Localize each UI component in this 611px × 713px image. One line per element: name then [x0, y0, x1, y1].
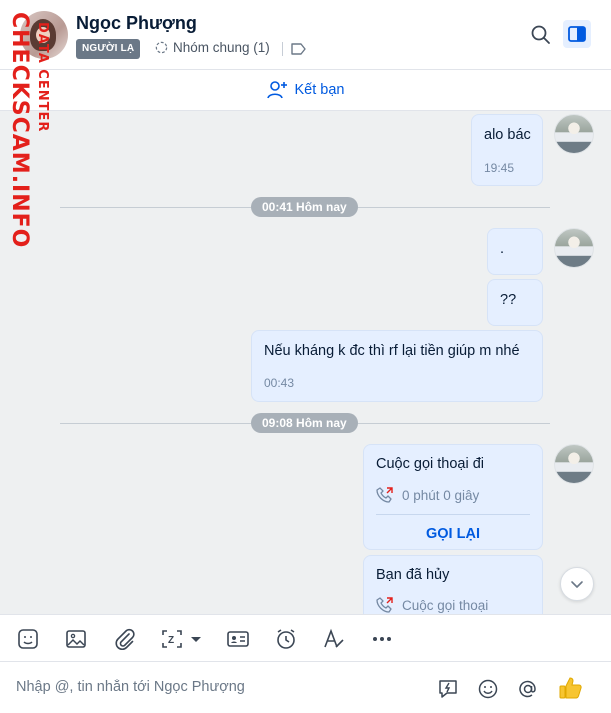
- search-icon[interactable]: [529, 23, 553, 47]
- contact-avatar[interactable]: [20, 11, 68, 59]
- cancelled-call-icon: [376, 597, 393, 613]
- cancelled-call-title: Bạn đã hủy: [376, 567, 450, 583]
- add-user-icon: [266, 81, 287, 99]
- message-bubble[interactable]: .: [487, 228, 543, 275]
- contact-name[interactable]: Ngọc Phượng: [76, 13, 197, 34]
- time-divider-label: 09:08 Hôm nay: [251, 413, 358, 433]
- call-duration: 0 phút 0 giây: [402, 487, 480, 503]
- message-list[interactable]: alo bác 19:45 00:41 Hôm nay . ?? Nếu khá…: [0, 111, 611, 614]
- sender-avatar[interactable]: [554, 114, 594, 154]
- sticker-icon[interactable]: [16, 627, 40, 651]
- call-card[interactable]: Cuộc gọi thoại đi 0 phút 0 giây GỌI LẠI: [363, 444, 543, 550]
- image-icon[interactable]: [64, 627, 88, 651]
- header-separator: [282, 42, 283, 56]
- attachment-icon[interactable]: [112, 627, 136, 651]
- time-divider-label: 00:41 Hôm nay: [251, 197, 358, 217]
- message-bubble[interactable]: ??: [487, 279, 543, 326]
- quick-message-icon[interactable]: [437, 678, 459, 700]
- mention-icon[interactable]: [517, 678, 539, 700]
- call-back-button[interactable]: GỌI LẠI: [364, 526, 542, 542]
- cancelled-call-card[interactable]: Bạn đã hủy Cuộc gọi thoại: [363, 555, 543, 614]
- message-bubble[interactable]: alo bác 19:45: [471, 114, 543, 186]
- cancelled-call-row: Cuộc gọi thoại: [376, 596, 488, 614]
- common-group-label: Nhóm chung (1): [173, 40, 270, 55]
- text-format-icon[interactable]: [322, 627, 346, 651]
- message-text: alo bác: [484, 127, 531, 143]
- message-time: 00:43: [264, 376, 295, 390]
- scroll-to-bottom-button[interactable]: [560, 567, 594, 601]
- screenshot-icon[interactable]: Z: [160, 627, 204, 651]
- add-friend-button[interactable]: Kết bạn: [0, 70, 611, 111]
- message-text: ??: [500, 292, 517, 308]
- chevron-down-icon: [571, 581, 583, 588]
- call-title: Cuộc gọi thoại đi: [376, 456, 485, 472]
- call-duration-row: 0 phút 0 giây: [376, 486, 479, 504]
- message-composer: [0, 662, 611, 713]
- contact-card-icon[interactable]: [226, 627, 250, 651]
- message-text: .: [500, 241, 505, 257]
- message-text: Nếu kháng k đc thì rf lại tiền giúp m nh…: [264, 343, 520, 359]
- more-options-icon[interactable]: [370, 627, 394, 651]
- thumbs-up-icon[interactable]: [558, 675, 584, 701]
- composer-toolbar: Z: [0, 614, 611, 662]
- reminder-clock-icon[interactable]: [274, 627, 298, 651]
- common-group-link[interactable]: Nhóm chung (1): [154, 40, 270, 55]
- stranger-badge: NGƯỜI LẠ: [76, 39, 141, 59]
- cancelled-call-sub: Cuộc gọi thoại: [402, 597, 489, 613]
- message-bubble[interactable]: Nếu kháng k đc thì rf lại tiền giúp m nh…: [251, 330, 543, 402]
- message-input[interactable]: [16, 676, 416, 698]
- group-icon: [155, 41, 168, 54]
- outgoing-call-icon: [376, 487, 393, 503]
- svg-text:Z: Z: [168, 635, 174, 646]
- tag-icon[interactable]: [290, 41, 308, 57]
- emoji-icon[interactable]: [477, 678, 499, 700]
- sidebar-panel-icon: [568, 26, 586, 42]
- add-friend-label: Kết bạn: [294, 82, 345, 98]
- card-divider: [376, 514, 530, 515]
- toggle-sidebar-button[interactable]: [563, 20, 591, 48]
- message-time: 19:45: [484, 161, 515, 175]
- sender-avatar[interactable]: [554, 228, 594, 268]
- sender-avatar[interactable]: [554, 444, 594, 484]
- chat-header: Ngọc Phượng NGƯỜI LẠ Nhóm chung (1): [0, 0, 611, 70]
